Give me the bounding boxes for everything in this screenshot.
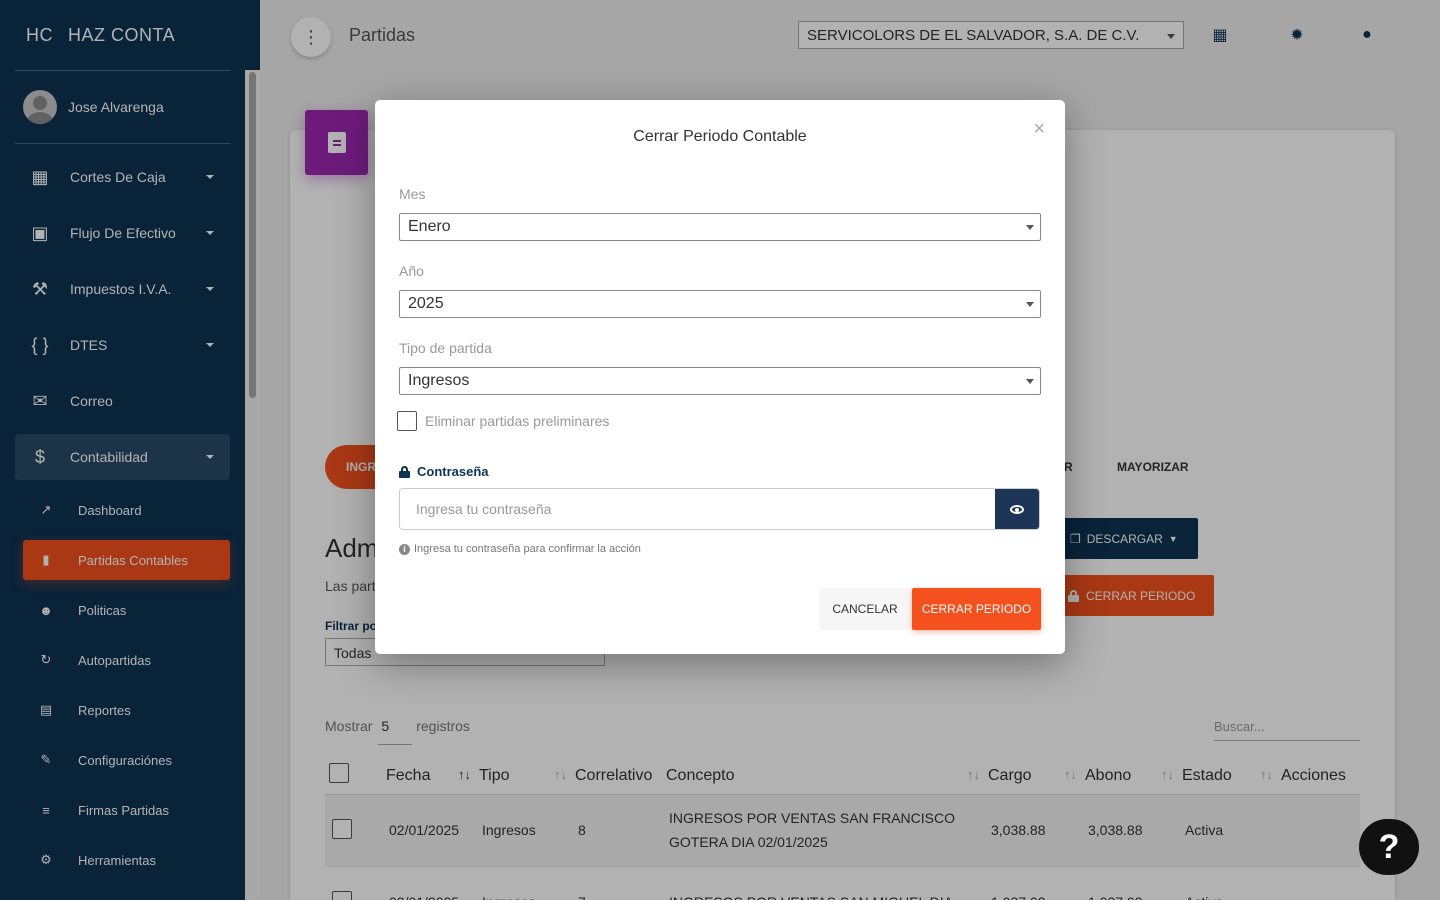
mes-label: Mes [399,186,426,202]
cancel-button[interactable]: CANCELAR [819,588,911,630]
hint-text: Ingresa tu contraseña para confirmar la … [414,543,641,555]
anio-select-value: 2025 [408,295,444,312]
password-label-text: Contraseña [417,464,489,479]
confirm-cerrar-periodo-button[interactable]: CERRAR PERIODO [912,588,1041,630]
toggle-password-button[interactable] [995,489,1039,529]
eye-icon [1010,504,1024,514]
mes-select-value: Enero [408,218,451,235]
mes-select[interactable]: Enero [399,213,1041,241]
password-group [399,488,1040,530]
anio-label: Año [399,263,424,279]
password-input[interactable] [400,489,995,529]
chevron-down-icon [1026,302,1034,307]
checkbox-label: Eliminar partidas preliminares [425,413,610,429]
chevron-down-icon [1026,379,1034,384]
close-icon[interactable]: × [1033,118,1045,141]
tipo-label: Tipo de partida [399,340,492,356]
chevron-down-icon [1026,225,1034,230]
password-hint: i Ingresa tu contraseña para confirmar l… [399,543,641,555]
eliminar-preliminares-checkbox[interactable]: Eliminar partidas preliminares [397,411,609,431]
cerrar-periodo-modal: Cerrar Periodo Contable × Mes Enero Año … [375,100,1065,654]
tipo-select-value: Ingresos [408,372,470,389]
tipo-select[interactable]: Ingresos [399,367,1041,395]
password-label: Contraseña [399,464,489,479]
modal-title: Cerrar Periodo Contable [633,128,807,145]
help-button[interactable]: ? [1359,819,1419,875]
checkbox-box[interactable] [397,411,417,431]
lock-icon [399,465,410,478]
anio-select[interactable]: 2025 [399,290,1041,318]
info-icon: i [399,543,410,555]
